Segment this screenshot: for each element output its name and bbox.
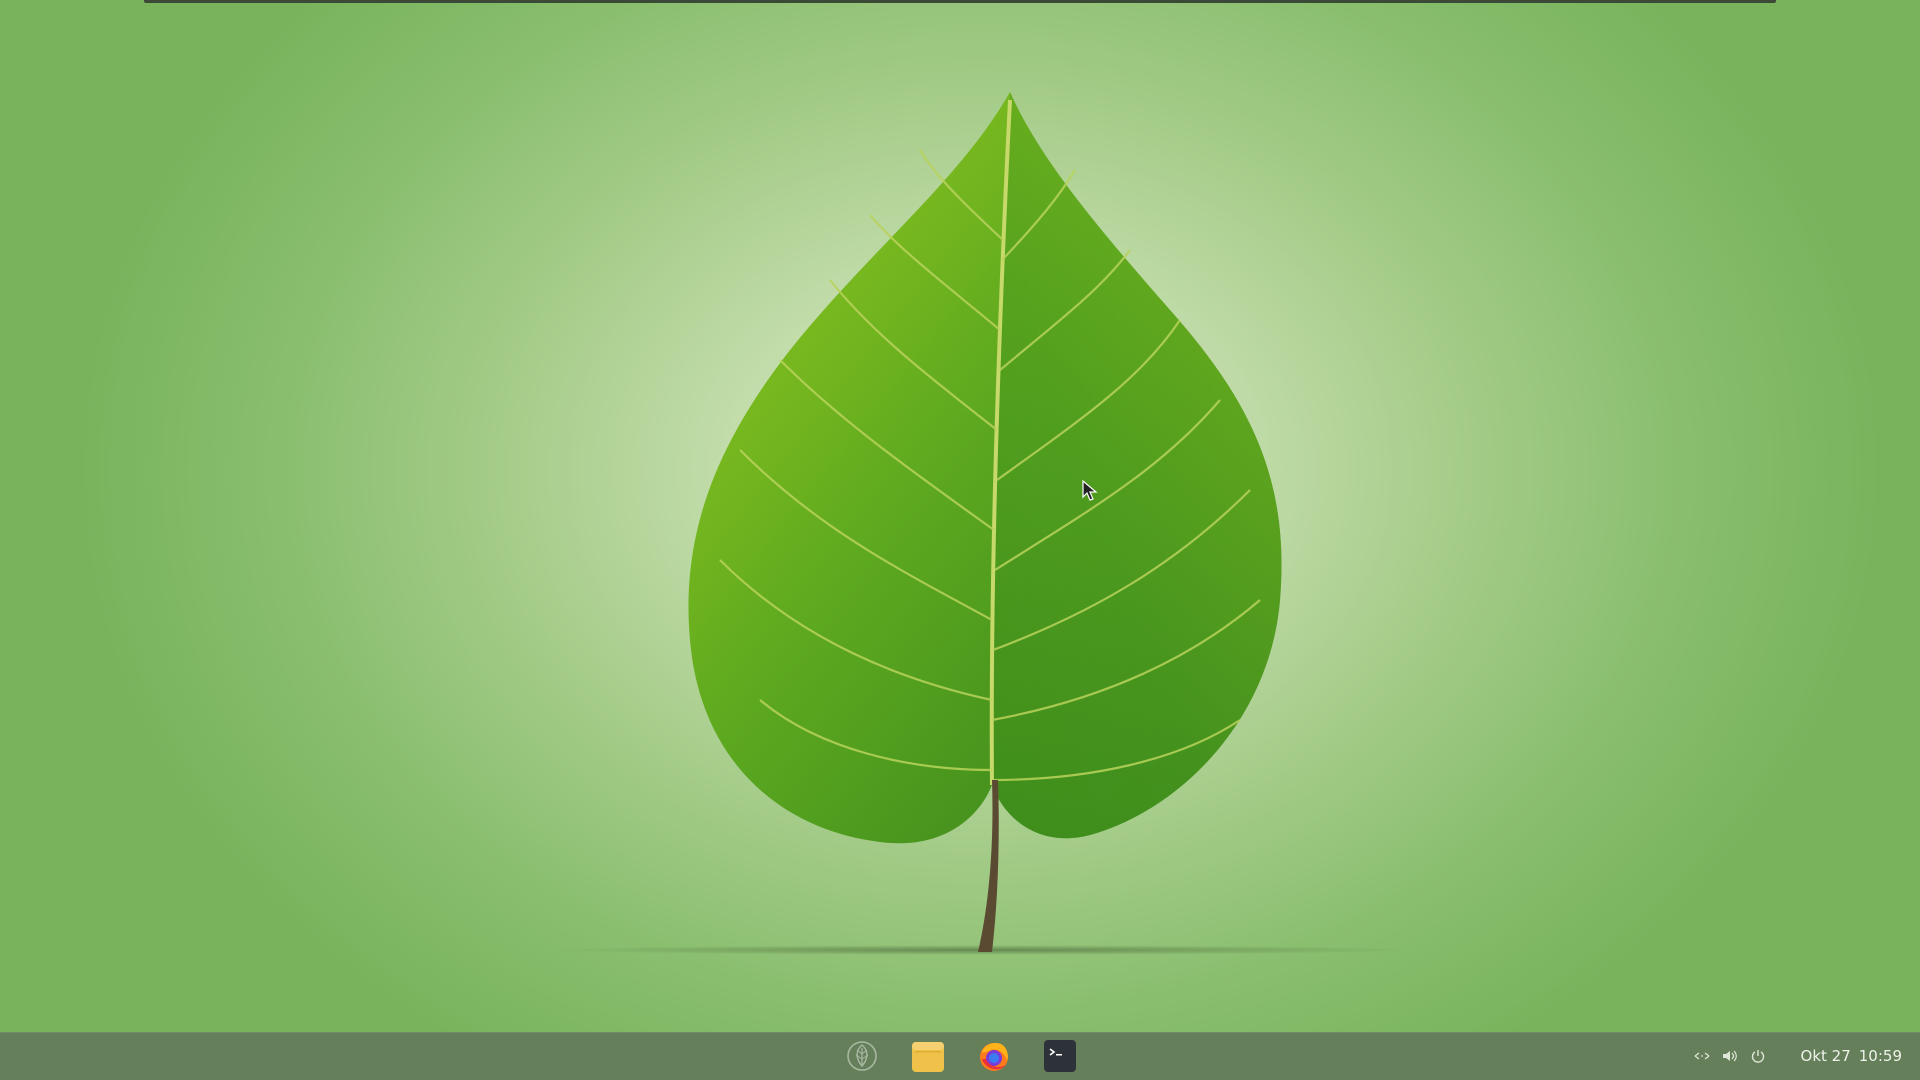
mouse-cursor-icon [1082,480,1098,501]
clock-date: Okt 27 [1800,1047,1851,1065]
clock-time: 10:59 [1858,1047,1902,1065]
clock[interactable]: Okt 27 10:59 [1801,1047,1902,1065]
dock [843,1037,1079,1075]
network-icon[interactable] [1693,1047,1711,1065]
firefox-button[interactable] [975,1037,1013,1075]
folder-icon [912,1042,944,1072]
app-menu-button[interactable] [843,1037,881,1075]
leaf-wallpaper-image [555,92,1415,955]
terminal-button[interactable] [1041,1037,1079,1075]
volume-icon[interactable] [1721,1047,1739,1065]
taskbar: Okt 27 10:59 [0,1032,1920,1080]
files-button[interactable] [909,1037,947,1075]
desktop[interactable] [0,0,1920,1032]
firefox-icon [980,1043,1008,1071]
power-icon[interactable] [1749,1047,1767,1065]
system-tray: Okt 27 10:59 [1693,1032,1902,1080]
terminal-icon [1044,1040,1076,1072]
leaf-logo-icon [847,1041,877,1071]
